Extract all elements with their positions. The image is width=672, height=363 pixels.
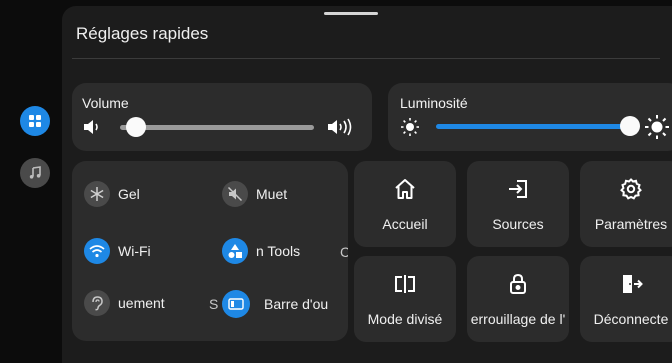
toggle-eco[interactable]: uement (84, 290, 165, 316)
shapes-icon (222, 238, 248, 264)
toggle-gel-label: Gel (118, 186, 140, 202)
sun-small-icon (401, 118, 419, 136)
tile-sources-label: Sources (492, 216, 544, 232)
speaker-mute-icon (222, 181, 248, 207)
tile-lock-label: errouillage de l' (470, 311, 566, 327)
wifi-icon (84, 238, 110, 264)
volume-thumb[interactable] (126, 117, 146, 137)
tile-home[interactable]: Accueil (354, 161, 456, 247)
tile-split-mode-label: Mode divisé (367, 311, 443, 327)
drag-handle[interactable] (324, 12, 378, 15)
tile-home-label: Accueil (382, 216, 428, 232)
quick-settings-rail-button[interactable] (20, 106, 50, 136)
volume-card: Volume (72, 83, 372, 151)
toggle-wifi[interactable]: Wi-Fi (84, 238, 151, 264)
tile-split-mode[interactable]: Mode divisé (354, 256, 456, 342)
toggle-muet[interactable]: Muet (222, 181, 287, 207)
brightness-track[interactable] (436, 124, 632, 129)
ear-icon (84, 290, 110, 316)
toggle-tools-label: n Tools (256, 243, 301, 259)
toggle-tools-next-fragment: C (340, 244, 348, 260)
toggles-card: Gel Muet Wi-Fi n Tools C uement S Barre … (72, 161, 348, 341)
music-note-icon (29, 166, 41, 179)
brightness-thumb[interactable] (620, 116, 640, 136)
tile-settings[interactable]: Paramètres (580, 161, 672, 247)
tile-lock[interactable]: errouillage de l' (467, 256, 569, 342)
toggle-taskbar[interactable]: Barre d'ou (222, 290, 328, 318)
snowflake-icon (84, 181, 110, 207)
tile-logout-label: Déconnecte (593, 311, 669, 327)
lock-icon (467, 272, 569, 298)
speaker-high-icon (328, 118, 352, 136)
toggle-eco-label: uement (118, 295, 165, 311)
logout-door-icon (580, 272, 672, 298)
side-rail (0, 0, 62, 363)
page-title: Réglages rapides (76, 24, 209, 43)
tile-sources[interactable]: Sources (467, 161, 569, 247)
toggle-wifi-label: Wi-Fi (118, 243, 151, 259)
input-source-icon (467, 177, 569, 203)
toggle-taskbar-label: Barre d'ou (264, 296, 329, 312)
toggle-eco-next-fragment: S (209, 296, 219, 312)
quick-settings-panel: Réglages rapides Volume Luminosité Gel M… (62, 6, 672, 363)
speaker-low-icon (84, 120, 98, 134)
volume-label: Volume (82, 95, 129, 111)
split-screen-icon (354, 272, 456, 298)
sun-large-icon (645, 115, 669, 139)
tile-settings-label: Paramètres (594, 216, 668, 232)
title-divider (72, 58, 660, 59)
tile-logout[interactable]: Déconnecte (580, 256, 672, 342)
toggle-muet-label: Muet (256, 186, 288, 202)
toggle-gel[interactable]: Gel (84, 181, 140, 207)
music-rail-button[interactable] (20, 158, 50, 188)
toggle-tools[interactable]: n Tools (222, 238, 300, 264)
volume-track[interactable] (120, 125, 314, 130)
taskbar-icon (222, 290, 250, 318)
gear-icon (580, 177, 672, 203)
brightness-label: Luminosité (400, 95, 468, 111)
brightness-card: Luminosité (388, 83, 672, 151)
grid-icon (29, 115, 41, 127)
home-icon (354, 177, 456, 203)
